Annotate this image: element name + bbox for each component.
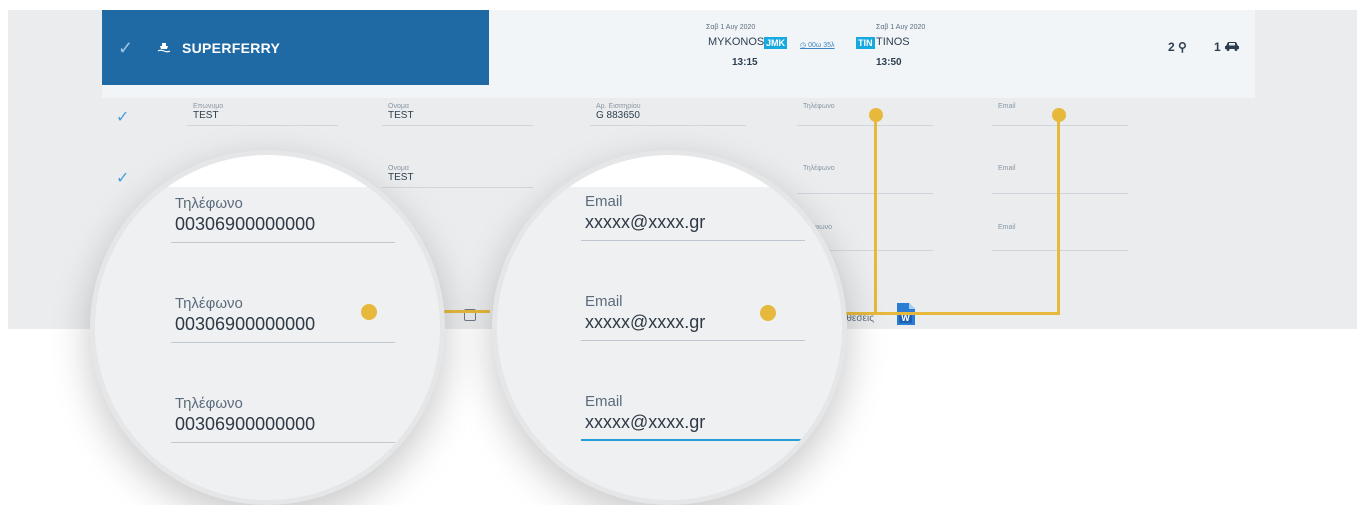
zoom-field-underline	[581, 240, 805, 241]
ticket-number-label: Αρ. Εισιτηρίου	[596, 103, 641, 110]
ship-icon	[157, 40, 171, 58]
zoom-email-label: Email	[585, 393, 623, 410]
zoom-lens-email: Email xxxxx@xxxx.gr Email xxxxx@xxxx.gr …	[492, 150, 847, 505]
vehicle-count-value: 1	[1214, 40, 1221, 54]
connector-line	[874, 114, 877, 314]
lens-header	[497, 155, 842, 187]
zoom-phone-field[interactable]: Τηλέφωνο 00306900000000	[171, 295, 395, 343]
arrive-port: TINOS	[876, 36, 910, 48]
email-field[interactable]: Email	[992, 224, 1128, 251]
zoom-email-label: Email	[585, 293, 623, 310]
zoom-phone-value: 00306900000000	[175, 314, 316, 334]
zoom-phone-value: 00306900000000	[175, 214, 316, 234]
field-underline	[382, 187, 533, 188]
phone-field[interactable]: λέφωνο	[802, 224, 933, 251]
zoom-field-underline	[171, 242, 395, 243]
name-value: TEST	[388, 110, 414, 121]
clock-icon: ◷	[800, 42, 807, 49]
passenger-count: 2 ⚲	[1168, 40, 1187, 54]
phone-label: λέφωνο	[808, 224, 833, 231]
zoom-email-field[interactable]: Email xxxxx@xxxx.gr	[581, 193, 805, 241]
zoom-field-underline-active	[581, 439, 805, 441]
depart-time: 13:15	[732, 57, 758, 68]
ticket-number-value: G 883650	[596, 110, 640, 121]
connector-line	[1057, 114, 1060, 314]
zoom-phone-field[interactable]: Τηλέφωνο 00306900000000	[171, 395, 395, 443]
surname-field[interactable]: Επωνυμο TEST	[187, 103, 338, 126]
zoom-phone-value: 00306900000000	[175, 414, 316, 434]
depart-port: MYKONOS	[708, 36, 765, 48]
zoom-phone-field[interactable]: Τηλέφωνο 00306900000000	[171, 195, 395, 243]
ticket-number-field[interactable]: Αρ. Εισιτηρίου G 883650	[590, 103, 746, 126]
car-icon	[1224, 40, 1240, 54]
zoom-lens-phone: Τηλέφωνο 00306900000000 Τηλέφωνο 0030690…	[90, 150, 445, 505]
field-underline	[382, 125, 533, 126]
zoom-field-underline	[171, 342, 395, 343]
phone-field[interactable]: Τηλέφωνο	[797, 103, 933, 126]
connector-dot	[869, 108, 883, 122]
zoom-phone-label: Τηλέφωνο	[175, 395, 243, 412]
depart-code-badge: JMK	[764, 37, 788, 49]
surname-label: Επωνυμο	[193, 103, 224, 110]
field-underline	[992, 125, 1128, 126]
field-underline	[590, 125, 746, 126]
person-icon: ⚲	[1178, 40, 1187, 54]
ticket-company-panel[interactable]: ✓ SUPERFERRY	[102, 10, 489, 85]
surname-value: TEST	[193, 110, 219, 121]
zoom-email-label: Email	[585, 193, 623, 210]
email-label: Email	[998, 224, 1016, 231]
phone-label: Τηλέφωνο	[803, 103, 835, 110]
connector-dot	[361, 304, 377, 320]
zoom-email-value: xxxxx@xxxx.gr	[585, 212, 706, 232]
zoom-field-underline	[581, 340, 805, 341]
zoom-email-field[interactable]: Email xxxxx@xxxx.gr	[581, 393, 805, 441]
zoom-email-field[interactable]: Email xxxxx@xxxx.gr	[581, 293, 805, 341]
arrive-time: 13:50	[876, 57, 902, 68]
connector-dot	[1052, 108, 1066, 122]
vehicle-count: 1	[1214, 40, 1240, 54]
connector-dot	[760, 305, 776, 321]
lens-header	[95, 155, 440, 187]
depart-date: Σαβ 1 Αυγ 2020	[706, 24, 756, 31]
email-field[interactable]: Email	[992, 165, 1128, 194]
zoom-email-value: xxxxx@xxxx.gr	[585, 412, 706, 432]
zoom-field-underline	[171, 442, 395, 443]
arrive-date: Σαβ 1 Αυγ 2020	[876, 24, 926, 31]
field-underline	[187, 125, 338, 126]
field-underline	[797, 193, 933, 194]
duration: ◷ 00ω 35λ	[800, 41, 835, 49]
company-name: SUPERFERRY	[182, 40, 281, 56]
zoom-phone-label: Τηλέφωνο	[175, 195, 243, 212]
check-icon: ✓	[118, 38, 134, 58]
duration-text: 00ω 35λ	[808, 42, 835, 49]
field-underline	[992, 193, 1128, 194]
field-underline	[992, 250, 1128, 251]
name-field[interactable]: Ονομα TEST	[382, 103, 533, 126]
passenger-count-value: 2	[1168, 40, 1175, 54]
field-underline	[797, 125, 933, 126]
zoom-email-value: xxxxx@xxxx.gr	[585, 312, 706, 332]
row-check-icon: ✓	[116, 109, 130, 126]
zoom-phone-label: Τηλέφωνο	[175, 295, 243, 312]
arrive-code-badge: TIN	[856, 37, 875, 49]
name-label: Ονομα	[388, 103, 409, 110]
email-label: Email	[998, 165, 1016, 172]
